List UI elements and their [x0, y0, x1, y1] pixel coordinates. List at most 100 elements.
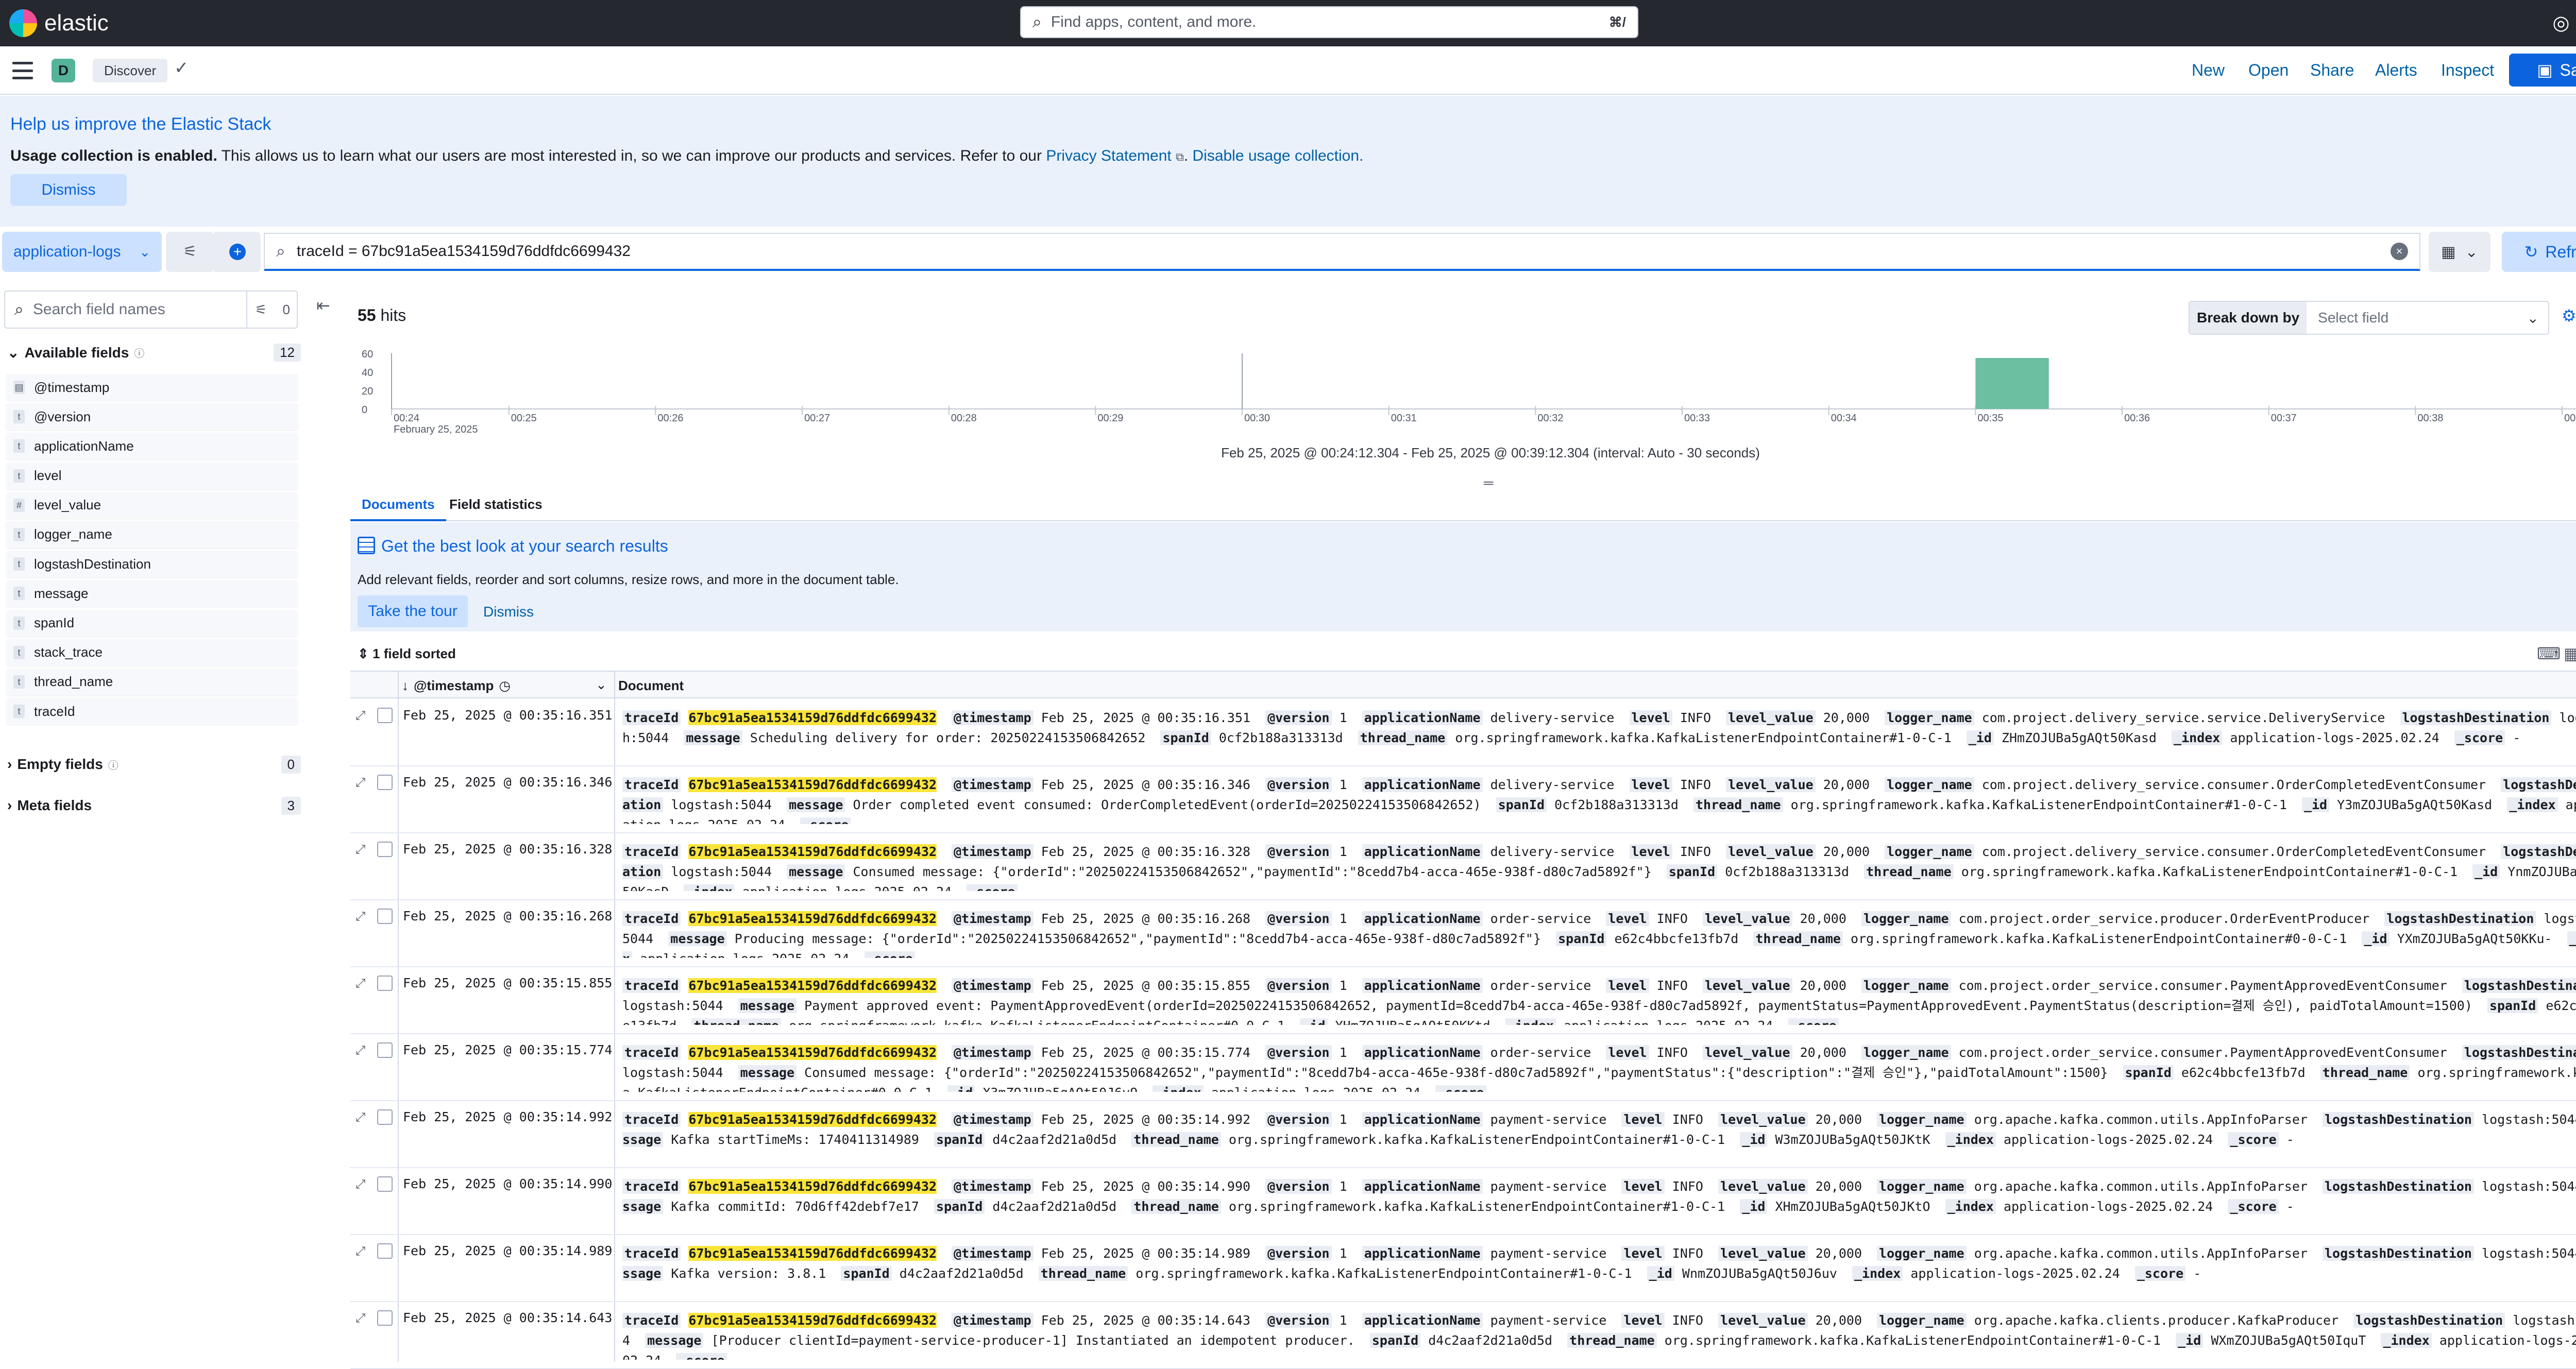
- new-link[interactable]: New: [2192, 61, 2225, 80]
- field-item-applicationname[interactable]: t applicationName: [6, 433, 298, 460]
- field-type-filter[interactable]: ⚟ 0: [246, 292, 298, 328]
- query-input[interactable]: ⌕ traceId = 67bc91a5ea1534159d76ddfdc669…: [264, 233, 2420, 271]
- doc-field-value: 20,000: [1823, 777, 1870, 792]
- available-fields-header[interactable]: ⌄ Available fields ⓘ 12: [7, 344, 301, 362]
- field-item-loggername[interactable]: t logger_name: [6, 521, 298, 548]
- expand-row-icon[interactable]: ⤢: [355, 977, 365, 991]
- row-checkbox[interactable]: [377, 775, 393, 790]
- table-row[interactable]: ⤢ Feb 25, 2025 @ 00:35:14.990 traceId 67bc…: [350, 1168, 2576, 1235]
- sort-indicator[interactable]: ⇕ 1 field sorted: [358, 646, 456, 662]
- expand-row-icon[interactable]: ⤢: [355, 1043, 365, 1058]
- date-picker-button[interactable]: ▦ ⌄: [2429, 232, 2490, 272]
- banner-dismiss-button[interactable]: Dismiss: [10, 174, 127, 206]
- privacy-statement-link[interactable]: Privacy Statement: [1046, 147, 1171, 164]
- callout-dismiss-button[interactable]: Dismiss: [483, 604, 534, 620]
- doc-field-key: @timestamp: [952, 1045, 1033, 1060]
- field-item-threadname[interactable]: t thread_name: [6, 668, 298, 695]
- chevron-down-icon: ⌄: [7, 345, 20, 361]
- table-row[interactable]: ⤢ Feb 25, 2025 @ 00:35:14.643 traceId 67bc…: [350, 1302, 2576, 1369]
- table-row[interactable]: ⤢ Feb 25, 2025 @ 00:35:16.268 traceId 67bc…: [350, 900, 2576, 967]
- refresh-button[interactable]: ↻ Refresh: [2502, 232, 2576, 272]
- empty-fields-header[interactable]: › Empty fields ⓘ 0: [7, 755, 301, 774]
- doc-field-value: INFO: [1656, 911, 1688, 926]
- open-link[interactable]: Open: [2248, 61, 2289, 80]
- take-tour-button[interactable]: Take the tour: [358, 595, 468, 627]
- field-item-message[interactable]: t message: [6, 580, 298, 607]
- string-type-icon: t: [13, 675, 25, 689]
- chevron-down-icon[interactable]: ⌄: [596, 677, 607, 693]
- meta-fields-header[interactable]: › Meta fields 3: [7, 796, 301, 815]
- row-checkbox[interactable]: [377, 708, 393, 723]
- keyboard-shortcuts-icon[interactable]: ⌨: [2537, 644, 2561, 663]
- expand-row-icon[interactable]: ⤢: [355, 1311, 365, 1326]
- space-avatar[interactable]: D: [52, 59, 75, 82]
- tab-documents[interactable]: Documents: [350, 492, 446, 521]
- column-header-timestamp[interactable]: ↓ @timestamp ◷: [402, 678, 511, 694]
- row-checkbox[interactable]: [377, 1109, 393, 1125]
- row-timestamp: Feb 25, 2025 @ 00:35:15.774: [403, 1042, 613, 1057]
- doc-field-value: d4c2aaf2d21a0d5d: [1428, 1333, 1553, 1348]
- collapse-sidebar-icon[interactable]: ⇤: [316, 296, 330, 315]
- field-item-stacktrace[interactable]: t stack_trace: [6, 639, 298, 666]
- menu-icon[interactable]: [12, 62, 33, 79]
- tab-field-statistics[interactable]: Field statistics: [438, 492, 554, 521]
- field-item-version[interactable]: t @version: [6, 403, 298, 431]
- doc-field-key: applicationName: [1362, 1179, 1483, 1194]
- doc-field-key: logger_name: [1885, 710, 1974, 725]
- table-row[interactable]: ⤢ Feb 25, 2025 @ 00:35:16.328 traceId 67bc…: [350, 833, 2576, 900]
- expand-row-icon[interactable]: ⤢: [355, 776, 365, 790]
- inspect-link[interactable]: Inspect: [2441, 61, 2494, 80]
- expand-row-icon[interactable]: ⤢: [355, 910, 365, 924]
- clear-icon[interactable]: ×: [2391, 243, 2408, 260]
- row-timestamp: Feb 25, 2025 @ 00:35:14.990: [403, 1176, 613, 1191]
- share-link[interactable]: Share: [2310, 61, 2354, 80]
- breadcrumb-discover[interactable]: Discover: [93, 59, 168, 82]
- chart-options-icon[interactable]: ⚙: [2562, 306, 2576, 326]
- field-item-level[interactable]: t level: [6, 462, 298, 489]
- row-checkbox[interactable]: [377, 909, 393, 924]
- row-timestamp: Feb 25, 2025 @ 00:35:14.989: [403, 1243, 613, 1258]
- field-item-timestamp[interactable]: ▤ @timestamp: [6, 374, 298, 401]
- data-view-name: application-logs: [13, 243, 121, 260]
- save-button[interactable]: ▣ Save: [2509, 54, 2576, 87]
- field-name: @timestamp: [34, 379, 110, 395]
- alerts-link[interactable]: Alerts: [2375, 61, 2417, 80]
- field-item-logstashdestination[interactable]: t logstashDestination: [6, 551, 298, 578]
- doc-field-value: com.project.delivery_service.service.Del…: [1981, 710, 2385, 725]
- doc-field-value: 1: [1339, 1112, 1347, 1127]
- table-row[interactable]: ⤢ Feb 25, 2025 @ 00:35:15.774 traceId 67bc…: [350, 1034, 2576, 1101]
- table-row[interactable]: ⤢ Feb 25, 2025 @ 00:35:14.989 traceId 67bc…: [350, 1235, 2576, 1302]
- disable-usage-link[interactable]: Disable usage collection.: [1192, 147, 1363, 164]
- expand-row-icon[interactable]: ⤢: [355, 1177, 365, 1192]
- table-row[interactable]: ⤢ Feb 25, 2025 @ 00:35:16.346 traceId 67bc…: [350, 766, 2576, 833]
- elastic-logo[interactable]: elastic: [9, 9, 109, 37]
- doc-field-key: _id: [2362, 931, 2389, 946]
- breakdown-select[interactable]: Break down by Select field ⌄: [2189, 301, 2549, 335]
- help-icon[interactable]: ◎: [2547, 9, 2575, 37]
- data-view-picker[interactable]: application-logs ⌄: [2, 232, 162, 272]
- table-row[interactable]: ⤢ Feb 25, 2025 @ 00:35:14.992 traceId 67bc…: [350, 1101, 2576, 1168]
- check-icon: ✓: [174, 58, 189, 78]
- column-header-document[interactable]: Document: [618, 678, 684, 694]
- table-row[interactable]: ⤢ Feb 25, 2025 @ 00:35:15.855 traceId 67bc…: [350, 967, 2576, 1034]
- field-item-levelvalue[interactable]: # level_value: [6, 491, 298, 519]
- display-options-icon[interactable]: ▦: [2564, 644, 2576, 663]
- row-checkbox[interactable]: [377, 1042, 393, 1058]
- row-checkbox[interactable]: [377, 1176, 393, 1192]
- global-search-input[interactable]: ⌕ Find apps, content, and more. ⌘/: [1020, 6, 1638, 38]
- expand-row-icon[interactable]: ⤢: [355, 709, 365, 723]
- filter-menu-button[interactable]: ⚟: [166, 232, 214, 272]
- expand-row-icon[interactable]: ⤢: [355, 1244, 365, 1259]
- tour-callout: Get the best look at your search results…: [350, 522, 2576, 631]
- expand-row-icon[interactable]: ⤢: [355, 843, 365, 857]
- field-item-traceid[interactable]: t traceId: [6, 698, 298, 725]
- row-checkbox[interactable]: [377, 976, 393, 991]
- row-checkbox[interactable]: [377, 842, 393, 857]
- field-item-spanid[interactable]: t spanId: [6, 609, 298, 637]
- row-checkbox[interactable]: [377, 1243, 393, 1259]
- add-filter-button[interactable]: +: [214, 232, 261, 272]
- expand-row-icon[interactable]: ⤢: [355, 1110, 365, 1125]
- row-checkbox[interactable]: [377, 1310, 393, 1326]
- row-document: traceId 67bc91a5ea1534159d76ddfdc6699432…: [622, 1176, 2576, 1217]
- table-row[interactable]: ⤢ Feb 25, 2025 @ 00:35:16.351 traceId 67bc…: [350, 699, 2576, 766]
